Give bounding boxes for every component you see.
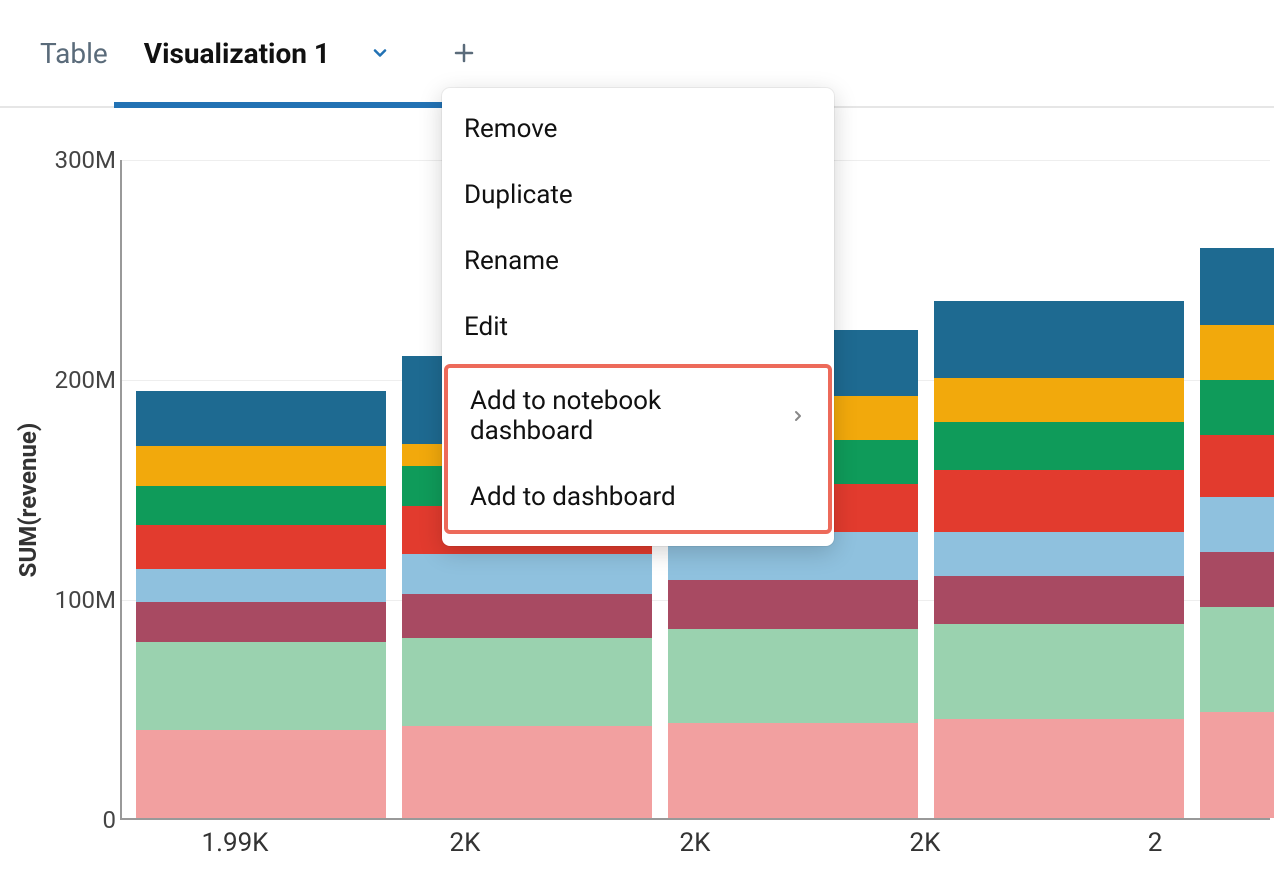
bar-segment [402,726,652,818]
x-tick: 2K [810,828,1040,858]
stacked-bar[interactable] [1200,248,1274,818]
y-tick: 300M [42,146,116,174]
tab-bar: Table Visualization 1 Remove Duplicate R… [0,0,1274,108]
bar-segment [934,422,1184,470]
bar-segment [136,525,386,569]
x-tick: 2K [350,828,580,858]
bar-segment [136,446,386,486]
x-axis-ticks: 1.99K2K2K2K2 [120,828,1270,858]
menu-item-duplicate[interactable]: Duplicate [442,162,834,228]
bar-segment [668,723,918,818]
bar-segment [1200,497,1274,552]
x-tick: 2 [1040,828,1270,858]
bar-segment [934,719,1184,818]
x-tick: 1.99K [120,828,350,858]
bar-segment [934,532,1184,576]
bar-segment [1200,380,1274,435]
highlighted-menu-group: Add to notebook dashboard Add to dashboa… [444,364,832,534]
bar-segment [1200,435,1274,497]
bar-segment [934,301,1184,378]
stacked-bar[interactable] [136,391,386,818]
stacked-bar[interactable] [934,301,1184,818]
bar-segment [136,391,386,446]
bar-segment [668,580,918,628]
bar-segment [1200,325,1274,380]
menu-item-add-to-notebook-dashboard[interactable]: Add to notebook dashboard [448,368,828,464]
tab-table[interactable]: Table [40,1,108,106]
y-axis-label: SUM(revenue) [14,423,42,578]
menu-item-edit[interactable]: Edit [442,294,834,360]
bar-segment [1200,712,1274,818]
chevron-right-icon [790,401,806,431]
bar-segment [934,624,1184,719]
bar-segment [1200,552,1274,607]
bar-segment [402,638,652,726]
bar-segment [402,594,652,638]
menu-item-add-to-dashboard[interactable]: Add to dashboard [448,464,828,530]
bar-segment [136,602,386,642]
bar-segment [136,569,386,602]
bar-segment [934,576,1184,624]
y-tick: 0 [42,806,116,834]
bar-segment [934,470,1184,532]
x-tick: 2K [580,828,810,858]
bar-segment [1200,248,1274,325]
menu-item-rename[interactable]: Rename [442,228,834,294]
bar-segment [1200,607,1274,713]
y-tick: 200M [42,366,116,394]
menu-item-remove[interactable]: Remove [442,96,834,162]
visualization-context-menu: Remove Duplicate Rename Edit Add to note… [442,88,834,546]
bar-segment [136,642,386,730]
bar-segment [402,554,652,594]
chevron-down-icon[interactable] [366,39,394,67]
add-tab-button[interactable] [450,39,478,67]
bar-segment [136,486,386,526]
tab-visualization-1[interactable]: Visualization 1 [144,1,330,106]
bar-segment [668,629,918,724]
y-tick: 100M [42,586,116,614]
bar-segment [934,378,1184,422]
bar-segment [136,730,386,818]
tab-visualization-1-label: Visualization 1 [144,37,330,70]
